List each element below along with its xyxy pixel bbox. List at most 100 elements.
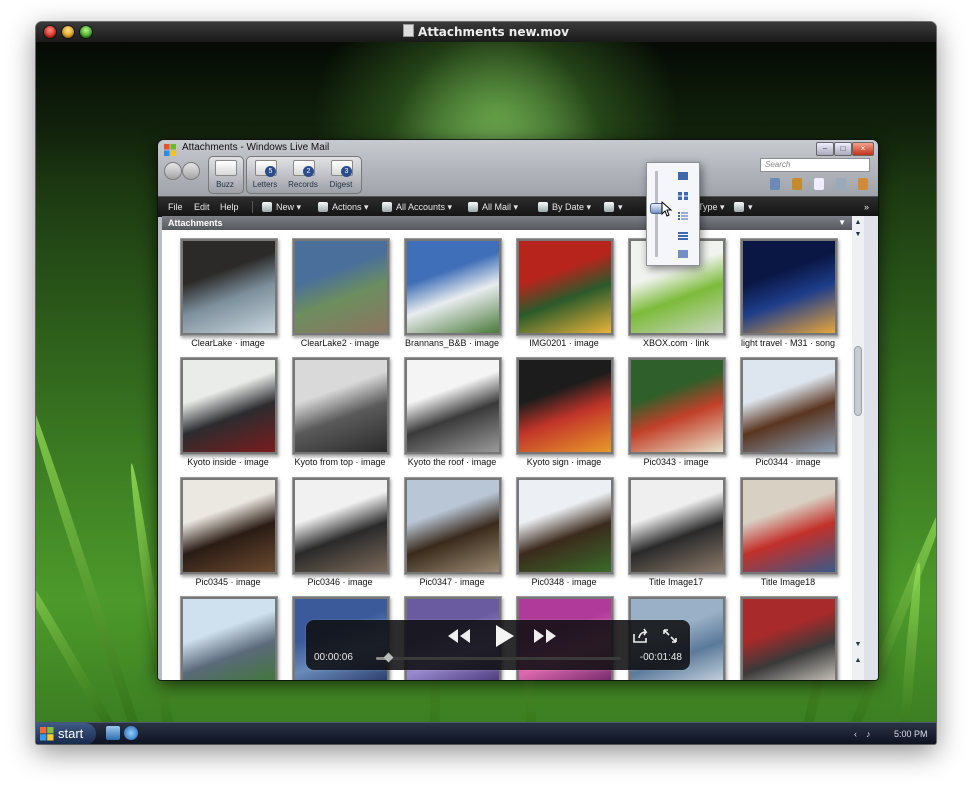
tray-expand-icon[interactable]: ‹ bbox=[854, 723, 857, 744]
attachment-caption: Pic0346 · image bbox=[307, 577, 373, 587]
quicktime-window: Attachments new.mov Attachments - Window… bbox=[36, 22, 936, 744]
scroll-down-icon[interactable]: ▼ bbox=[852, 230, 864, 240]
type-button[interactable]: Type ▾ bbox=[698, 197, 725, 217]
size-slider-track[interactable] bbox=[655, 171, 658, 257]
attachment-caption: Kyoto sign · image bbox=[526, 457, 602, 467]
side-panel-strip bbox=[864, 216, 878, 680]
tile-label: Records bbox=[288, 180, 318, 189]
tile-buzz[interactable]: Buzz bbox=[208, 158, 242, 190]
scroll-up-icon[interactable]: ▲ bbox=[852, 656, 864, 666]
fast-forward-button[interactable] bbox=[532, 626, 558, 646]
internet-explorer-icon[interactable] bbox=[124, 726, 138, 740]
attachment-caption: Title Image17 bbox=[648, 577, 704, 587]
scroll-down-icon[interactable]: ▼ bbox=[852, 640, 864, 650]
thumbnail-image bbox=[183, 241, 275, 333]
search-input[interactable]: Search bbox=[760, 158, 870, 172]
fullscreen-button[interactable] bbox=[662, 628, 678, 644]
collapse-arrow-icon[interactable]: ▼ bbox=[838, 216, 846, 230]
clock[interactable]: 5:00 PM bbox=[894, 723, 928, 744]
scrub-bar[interactable] bbox=[376, 652, 621, 663]
scroll-up-icon[interactable]: ▲ bbox=[852, 218, 864, 228]
contacts-icon[interactable] bbox=[792, 178, 802, 190]
share-icon bbox=[633, 628, 648, 643]
menu-help[interactable]: Help bbox=[220, 197, 239, 217]
back-button[interactable] bbox=[164, 162, 182, 180]
attachment-thumbnail[interactable] bbox=[740, 477, 838, 575]
page-icon[interactable] bbox=[814, 178, 824, 190]
more-button[interactable]: » bbox=[864, 197, 869, 217]
mail-icon bbox=[468, 202, 478, 212]
menu-edit[interactable]: Edit bbox=[194, 197, 210, 217]
playhead[interactable] bbox=[383, 652, 394, 663]
view-icon bbox=[604, 202, 614, 212]
attachment-thumbnail[interactable] bbox=[740, 357, 838, 455]
list-view-icon[interactable] bbox=[677, 211, 689, 221]
medium-icons-view-icon[interactable] bbox=[677, 191, 689, 201]
new-label: New ▾ bbox=[276, 202, 302, 212]
attachment-caption: Kyoto from top · image bbox=[294, 457, 386, 467]
all-mail-button[interactable]: All Mail ▾ bbox=[468, 197, 518, 217]
attachment-thumbnail[interactable] bbox=[180, 357, 278, 455]
thumbnail-image bbox=[183, 360, 275, 452]
photo-icon[interactable] bbox=[770, 178, 780, 190]
menu-file[interactable]: File bbox=[168, 197, 183, 217]
forward-button[interactable] bbox=[182, 162, 200, 180]
attachment-caption: Pic0344 · image bbox=[755, 457, 821, 467]
wlm-titlebar[interactable]: Attachments - Windows Live Mail – □ × Bu… bbox=[158, 140, 878, 196]
wlm-maximize-button[interactable]: □ bbox=[834, 142, 852, 156]
attachment-thumbnail[interactable] bbox=[404, 357, 502, 455]
settings-icon[interactable] bbox=[836, 178, 846, 190]
tiles-view-icon[interactable] bbox=[677, 249, 689, 259]
attachment-caption: Pic0345 · image bbox=[195, 577, 261, 587]
attachment-thumbnail[interactable] bbox=[292, 238, 390, 336]
details-view-icon[interactable] bbox=[677, 231, 689, 241]
vertical-scrollbar[interactable]: ▲ ▼ ▼ ▲ bbox=[852, 216, 864, 680]
thumbnail-image bbox=[295, 241, 387, 333]
rewind-button[interactable] bbox=[446, 626, 472, 646]
tile-records[interactable]: 2 Records bbox=[286, 158, 320, 190]
attachment-thumbnail[interactable] bbox=[180, 596, 278, 680]
start-label: start bbox=[58, 726, 84, 741]
volume-icon[interactable]: ♪ bbox=[866, 723, 871, 744]
sort-button[interactable]: ▾ bbox=[734, 197, 753, 217]
attachment-thumbnail[interactable] bbox=[516, 238, 614, 336]
scroll-thumb[interactable] bbox=[854, 346, 862, 416]
thumbnail-image bbox=[743, 599, 835, 680]
grass-blade bbox=[36, 389, 142, 722]
large-icons-view-icon[interactable] bbox=[677, 171, 689, 181]
all-accounts-button[interactable]: All Accounts ▾ bbox=[382, 197, 452, 217]
show-desktop-icon[interactable] bbox=[106, 726, 120, 740]
attachment-thumbnail[interactable] bbox=[516, 357, 614, 455]
attachment-thumbnail[interactable] bbox=[516, 477, 614, 575]
attachment-thumbnail[interactable] bbox=[404, 477, 502, 575]
menu-toolbar: File Edit Help New ▾ Actions ▾ All Accou… bbox=[158, 196, 878, 217]
attachment-caption: Pic0343 · image bbox=[643, 457, 709, 467]
attachment-thumbnail[interactable] bbox=[180, 477, 278, 575]
thumbnail-image bbox=[743, 241, 835, 333]
actions-button[interactable]: Actions ▾ bbox=[318, 197, 369, 217]
wlm-minimize-button[interactable]: – bbox=[816, 142, 834, 156]
tile-digest[interactable]: 3 Digest bbox=[324, 158, 358, 190]
attachment-thumbnail[interactable] bbox=[180, 238, 278, 336]
user-icon[interactable] bbox=[858, 178, 868, 190]
thumbnail-image bbox=[183, 599, 275, 680]
play-button[interactable] bbox=[492, 623, 516, 649]
by-date-button[interactable]: By Date ▾ bbox=[538, 197, 591, 217]
start-button[interactable]: start bbox=[36, 723, 96, 744]
share-button[interactable] bbox=[632, 628, 650, 644]
attachment-thumbnail[interactable] bbox=[404, 238, 502, 336]
attachment-thumbnail[interactable] bbox=[292, 357, 390, 455]
mac-titlebar[interactable]: Attachments new.mov bbox=[36, 22, 936, 43]
view-button[interactable]: ▾ bbox=[604, 197, 623, 217]
new-button[interactable]: New ▾ bbox=[262, 197, 301, 217]
thumbnail-image bbox=[519, 241, 611, 333]
attachment-thumbnail[interactable] bbox=[292, 477, 390, 575]
mouse-pointer-icon bbox=[661, 201, 673, 217]
attachment-thumbnail[interactable] bbox=[628, 357, 726, 455]
attachment-thumbnail[interactable] bbox=[740, 238, 838, 336]
thumbnail-image bbox=[295, 480, 387, 572]
attachment-thumbnail[interactable] bbox=[628, 477, 726, 575]
wlm-close-button[interactable]: × bbox=[852, 142, 874, 156]
attachment-thumbnail[interactable] bbox=[740, 596, 838, 680]
tile-letters[interactable]: 5 Letters bbox=[248, 158, 282, 190]
